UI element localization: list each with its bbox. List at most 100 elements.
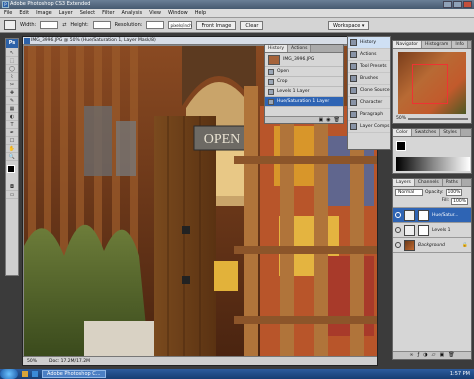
menu-view[interactable]: View — [149, 10, 161, 16]
menu-analysis[interactable]: Analysis — [122, 10, 143, 16]
menu-filter[interactable]: Filter — [102, 10, 114, 16]
navigator-view-box[interactable] — [412, 64, 448, 104]
screen-mode-icon[interactable]: ▭ — [6, 191, 18, 199]
quick-select-tool-icon[interactable]: ⌇ — [6, 73, 18, 81]
zoom-slider[interactable] — [408, 117, 468, 120]
brush-tool-icon[interactable]: ✎ — [6, 97, 18, 105]
folder-icon[interactable]: ▱ — [432, 352, 436, 359]
move-tool-icon[interactable]: ↖ — [6, 49, 18, 57]
dock-paragraph[interactable]: Paragraph — [348, 109, 390, 121]
color-ramp[interactable] — [396, 157, 470, 171]
crop-tool-icon[interactable]: ✂ — [6, 81, 18, 89]
swap-icon[interactable]: ⇄ — [62, 22, 66, 28]
minimize-button[interactable] — [443, 1, 452, 8]
tab-info[interactable]: Info — [452, 41, 468, 48]
dock-actions[interactable]: Actions — [348, 49, 390, 61]
menu-edit[interactable]: Edit — [19, 10, 29, 16]
layer-mask-thumbnail[interactable] — [418, 209, 429, 221]
zoom-level[interactable]: 50% — [27, 357, 37, 365]
navigator-preview[interactable] — [398, 52, 466, 114]
tab-history[interactable]: History — [265, 45, 289, 52]
hand-tool-icon[interactable]: ✋ — [6, 145, 18, 153]
tab-navigator[interactable]: Navigator — [393, 41, 423, 48]
visibility-eye-icon[interactable] — [395, 227, 401, 233]
close-button[interactable] — [463, 1, 472, 8]
tab-paths[interactable]: Paths — [442, 179, 462, 186]
quick-launch-icon[interactable] — [32, 371, 38, 377]
visibility-eye-icon[interactable] — [395, 242, 401, 248]
workspace-button[interactable]: Workspace ▾ — [328, 21, 370, 30]
dodge-tool-icon[interactable]: ◐ — [6, 113, 18, 121]
marquee-tool-icon[interactable]: ⬚ — [6, 57, 18, 65]
tab-channels[interactable]: Channels — [414, 179, 443, 186]
history-panel: History Actions IMG_3996.JPG Open Crop L… — [264, 44, 344, 124]
front-image-button[interactable]: Front Image — [196, 20, 237, 30]
opacity-value[interactable]: 100% — [445, 189, 463, 196]
new-layer-icon[interactable]: ▣ — [440, 352, 445, 359]
dock-tool-presets[interactable]: Tool Presets — [348, 61, 390, 73]
layer-mask-thumbnail[interactable] — [418, 224, 429, 236]
history-item-levels[interactable]: Levels 1 Layer — [265, 87, 343, 97]
start-button[interactable] — [0, 369, 18, 379]
visibility-eye-icon[interactable] — [395, 212, 401, 218]
resolution-unit-select[interactable]: pixels/inch — [168, 21, 193, 29]
tab-histogram[interactable]: Histogram — [422, 41, 453, 48]
dock-brushes[interactable]: Brushes — [348, 73, 390, 85]
dock-label: Actions — [360, 52, 377, 57]
mask-icon[interactable]: ◑ — [423, 352, 427, 359]
tab-swatches[interactable]: Swatches — [411, 129, 441, 136]
menu-help[interactable]: Help — [195, 10, 206, 16]
type-tool-icon[interactable]: T — [6, 121, 18, 129]
fill-value[interactable]: 100% — [451, 198, 468, 205]
menu-layer[interactable]: Layer — [59, 10, 73, 16]
history-item-hue-saturation[interactable]: Hue/Saturation 1 Layer — [265, 97, 343, 107]
height-field[interactable] — [92, 21, 111, 29]
layer-hue-saturation[interactable]: Hue/Satur... — [393, 208, 471, 223]
zoom-tool-icon[interactable]: 🔍 — [6, 153, 18, 161]
crop-tool-icon[interactable] — [4, 20, 16, 30]
lasso-tool-icon[interactable]: ◯ — [6, 65, 18, 73]
navigator-zoom-value[interactable]: 50% — [396, 116, 406, 121]
color-panel: Color Swatches Styles — [392, 128, 472, 174]
trash-icon[interactable]: 🗑 — [448, 352, 454, 359]
dock-layer-comps[interactable]: Layer Comps — [348, 121, 390, 133]
menu-image[interactable]: Image — [36, 10, 52, 16]
tab-actions[interactable]: Actions — [288, 45, 312, 52]
menu-file[interactable]: File — [4, 10, 12, 16]
trash-icon[interactable]: 🗑 — [334, 117, 340, 123]
color-swatches[interactable] — [6, 165, 18, 183]
layers-footer: ∞ ƒ ◑ ▱ ▣ 🗑 — [393, 351, 471, 359]
shape-tool-icon[interactable]: ☐ — [6, 137, 18, 145]
history-item-crop[interactable]: Crop — [265, 77, 343, 87]
maximize-button[interactable] — [453, 1, 462, 8]
taskbar-photoshop-button[interactable]: Adobe Photoshop C... — [42, 370, 106, 378]
color-swatch-pair[interactable] — [396, 141, 406, 151]
layer-background[interactable]: Background 🔒 — [393, 238, 471, 253]
tab-color[interactable]: Color — [393, 129, 412, 136]
dock-clone-source[interactable]: Clone Source — [348, 85, 390, 97]
history-snapshot[interactable]: IMG_3996.JPG — [265, 53, 343, 67]
tab-styles[interactable]: Styles — [440, 129, 461, 136]
dock-character[interactable]: Character — [348, 97, 390, 109]
clear-button[interactable]: Clear — [240, 20, 264, 30]
menu-window[interactable]: Window — [168, 10, 188, 16]
history-item-open[interactable]: Open — [265, 67, 343, 77]
dock-history[interactable]: History — [348, 37, 390, 49]
quick-mask-icon[interactable]: ◘ — [6, 183, 18, 191]
resolution-field[interactable] — [146, 21, 165, 29]
link-icon[interactable]: ∞ — [409, 352, 413, 359]
healing-tool-icon[interactable]: ✚ — [6, 89, 18, 97]
quick-launch-icon[interactable] — [22, 371, 28, 377]
blend-mode-select[interactable]: Normal — [395, 189, 423, 196]
layer-levels[interactable]: Levels 1 — [393, 223, 471, 238]
fx-icon[interactable]: ƒ — [418, 352, 420, 359]
tab-layers[interactable]: Layers — [393, 179, 415, 186]
history-panel-footer: ▣ ◉ 🗑 — [265, 116, 343, 123]
width-field[interactable] — [40, 21, 59, 29]
new-snapshot-icon[interactable]: ◉ — [326, 117, 330, 123]
stamp-tool-icon[interactable]: ▦ — [6, 105, 18, 113]
new-document-icon[interactable]: ▣ — [319, 117, 324, 123]
foreground-color-swatch[interactable] — [7, 165, 15, 173]
menu-select[interactable]: Select — [80, 10, 95, 16]
pen-tool-icon[interactable]: ✒ — [6, 129, 18, 137]
